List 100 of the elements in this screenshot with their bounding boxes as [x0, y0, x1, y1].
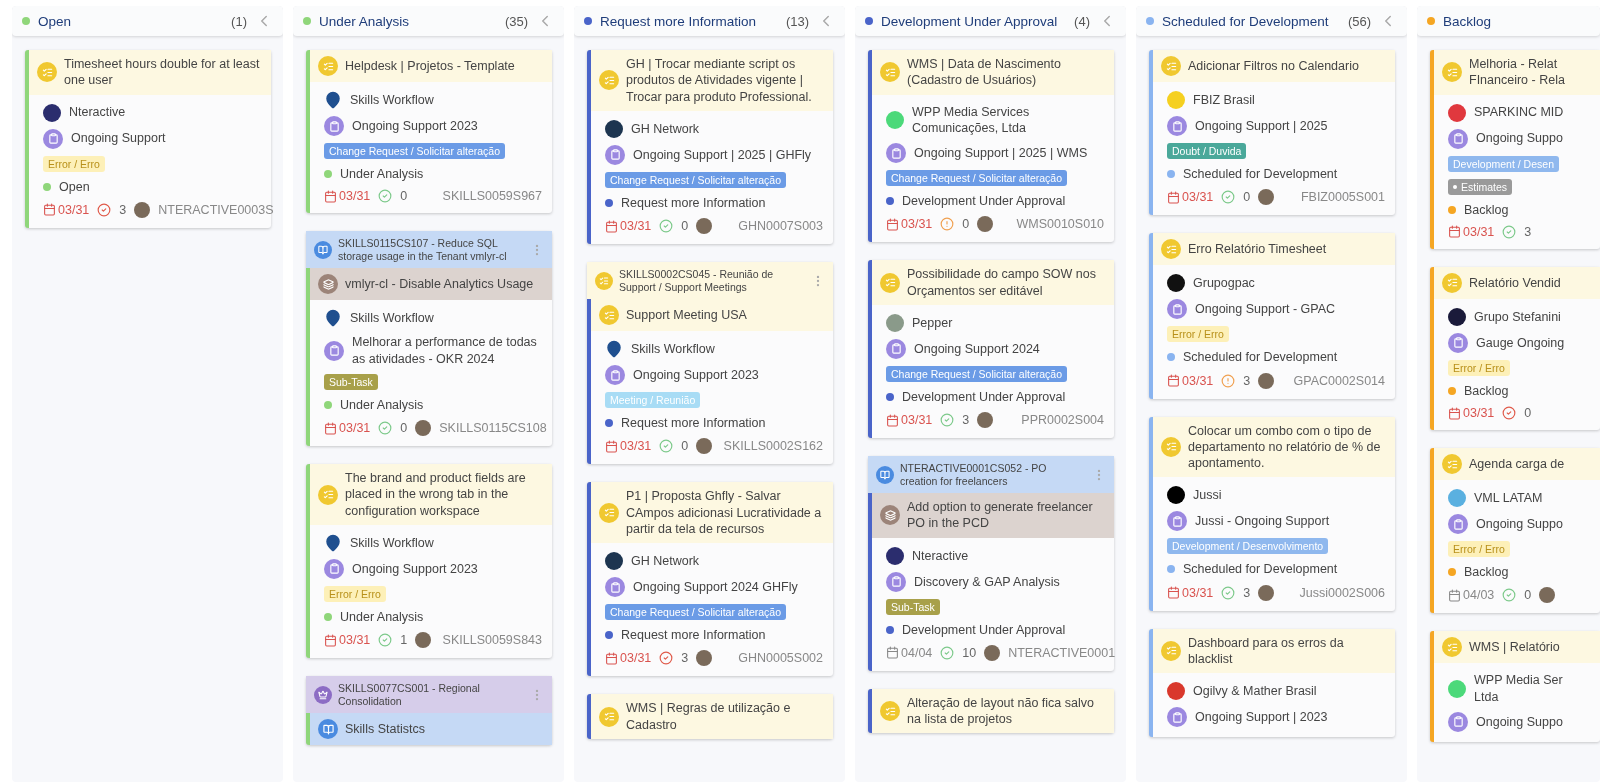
status-label: Scheduled for Development [1183, 349, 1338, 366]
calendar-icon [1448, 225, 1461, 239]
task-id: GHN0005S002 [738, 651, 823, 666]
category-tag: Change Request / Solicitar alteração [605, 171, 786, 188]
task-card[interactable]: WMS | Data de Nascimento (Cadastro de Usuários) WPP Media Services Comunicações, Ltda Ongoing Support | 2025 | WMS Change Request / Solicitar alteração Development Under Approval 03/31 0 WMS0010S010 [868, 50, 1114, 243]
calendar-icon [324, 633, 337, 647]
task-card[interactable]: Possibilidade do campo SOW nos Orçamentos ser editável Pepper Ongoing Support 2024 Change Request / Solicitar alteração Development Under Approval 03/31 3 PPR0002S004 [868, 260, 1114, 438]
list-icon [1161, 436, 1181, 457]
task-card[interactable]: Helpdesk | Projetos - Template Skills Workflow Ongoing Support 2023 Change Request / Solicitar alteração Under Analysis 03/31 0 SKILLS0059S967 [306, 50, 552, 214]
list-icon [880, 62, 900, 83]
due-date: 03/31 [1463, 406, 1495, 420]
status-label: Development Under Approval [902, 193, 1066, 210]
task-id: SKILLS0115CS108 [439, 421, 547, 436]
due-date: 03/31 [620, 219, 652, 233]
check-circle-icon [97, 202, 112, 217]
clipboard-icon [324, 340, 344, 361]
project-name: Ongoing Support [71, 130, 166, 147]
due-date: 03/31 [339, 421, 371, 436]
check-circle-icon [940, 413, 955, 427]
check-circle-icon [940, 645, 955, 660]
check-circle-icon [378, 421, 393, 436]
project-name: Jussi - Ongoing Support [1195, 513, 1330, 530]
status-label: Scheduled for Development [1183, 561, 1338, 578]
list-icon [1442, 637, 1462, 658]
list-icon [880, 701, 900, 722]
task-card[interactable]: Alteração de layout não fica salvo na lista de projetos [868, 688, 1114, 734]
list-icon [1442, 272, 1462, 293]
effort-count: 1 [400, 633, 408, 648]
task-card[interactable]: Dashboard para os erros da blacklist Ogilvy & Mather Brasil Ongoing Support | 2023 [1149, 628, 1395, 737]
client-name: Grupogpac [1193, 275, 1255, 292]
card-title: vmlyr-cl - Disable Analytics Usage [345, 276, 534, 293]
due-date: 03/31 [1182, 585, 1214, 600]
task-id: SKILLS0002S162 [723, 439, 823, 454]
list-icon [880, 272, 900, 293]
alert-circle-icon [1221, 373, 1236, 388]
task-id: Jussi0002S006 [1299, 585, 1385, 600]
task-card[interactable]: Agenda carga de VML LATAM Ongoing Suppo Error / Erro Backlog 04/03 0 [1430, 448, 1600, 614]
task-card[interactable]: Erro Relatório Timesheet Grupogpac Ongoing Support - GPAC Error / Erro Scheduled for Development 03/31 3 GPAC0002S014 [1149, 233, 1395, 399]
task-card[interactable]: Colocar um combo com o tipo de departamento no relatório de % de apontamento. Jussi Jussi - Ongoing Support Development / Desenvolvimento Scheduled for Development 03/31 3 Jussi0002S006 [1149, 416, 1395, 611]
effort-count: 3 [1243, 373, 1251, 388]
effort-count: 0 [400, 421, 408, 436]
crown-icon [314, 685, 332, 704]
check-circle-icon [659, 439, 674, 454]
clipboard-icon [1448, 332, 1468, 353]
category-tag: Change Request / Solicitar alteração [886, 365, 1067, 382]
book-icon [318, 719, 338, 740]
task-card[interactable]: NTERACTIVE0001CS052 - PO creation for freelancers Add option to generate freelancer PO in the PCD Nteractive Discovery & GAP Analysis Sub-Task Development Under Approval 04/04 10 NTERACTIVE0001 [868, 456, 1114, 671]
task-card[interactable]: WMS | Regras de utilização e Cadastro [587, 694, 833, 739]
list-icon [37, 62, 57, 83]
clipboard-icon [886, 143, 906, 163]
effort-count: 3 [1524, 224, 1532, 239]
column-title: Open [38, 13, 73, 29]
card-title: Add option to generate freelancer PO in the PCD [907, 499, 1094, 532]
effort-count: 3 [119, 202, 127, 217]
calendar-icon [1167, 586, 1180, 599]
task-card[interactable]: The brand and product fields are placed in the wrong tab in the configuration workspace Skills Workflow Ongoing Support 2023 Error / Erro Under Analysis 03/31 1 SKILLS0059S843 [306, 464, 552, 659]
card-title: Adicionar Filtros no Calendario [1188, 57, 1359, 75]
card-title: The brand and product fields are placed in the wrong tab in the configuration workspace [345, 470, 527, 519]
clipboard-icon [324, 558, 344, 579]
book-icon [314, 240, 332, 259]
column-count: (13) [785, 13, 809, 29]
calendar-icon [1167, 190, 1180, 204]
effort-count: 0 [681, 439, 689, 454]
client-name: FBIZ Brasil [1193, 91, 1255, 109]
status-label: Development Under Approval [902, 621, 1066, 638]
task-card[interactable]: Relatório Vendid Grupo Stefanini Gauge Ongoing Error / Erro Backlog 03/31 0 [1430, 266, 1600, 430]
task-id: NTERACTIVE0001 [1008, 645, 1116, 660]
task-id: SKILLS0059S967 [442, 189, 542, 204]
project-name: Ongoing Support 2023 [352, 117, 478, 135]
list-icon [1161, 239, 1181, 260]
status-label: Request more Information [621, 415, 766, 432]
task-card[interactable]: WMS | Relatório WPP Media Ser Ltda Ongoing Suppo [1430, 631, 1600, 742]
list-icon [1161, 56, 1181, 76]
task-card[interactable]: Timesheet hours double for at least one user Nteractive Ongoing Support Error / Erro Open 03/31 3 NTERACTIVE0003S [25, 50, 271, 228]
client-name: GH Network [631, 120, 700, 137]
task-card[interactable] [587, 50, 833, 244]
task-card[interactable]: Melhoria - Relat FInanceiro - Rela SPARKINC MID Ongoing Suppo Development / Desen Estimates Backlog 03/31 3 [1430, 50, 1600, 249]
clipboard-icon [1167, 299, 1187, 320]
category-tag: Development / Desenvolvimento [1167, 538, 1329, 555]
effort-count: 10 [962, 645, 977, 660]
task-card[interactable] [587, 482, 833, 677]
category-tag: Change Request / Solicitar alteração [605, 604, 786, 621]
status-label: Request more Information [621, 194, 766, 211]
project-name: Ongoing Support | 2023 [1195, 708, 1328, 726]
task-card[interactable]: SKILLS0002CS045 - Reunião de Support / Support Meetings Support Meeting USA Skills Workflow Ongoing Support 2023 Meeting / Reunião Request more Information 03/31 0 SKILLS0002S162 [587, 262, 833, 465]
parent-task-title: SKILLS0077CS001 - Regional Consolidation [338, 682, 481, 708]
status-label: Request more Information [621, 627, 766, 644]
card-title: GH | Trocar mediante script os produtos de Atividades vigente | Trocar para produto Professional. [626, 56, 813, 105]
task-card[interactable]: Adicionar Filtros no Calendario FBIZ Brasil Ongoing Support | 2025 Doubt / Duvida Scheduled for Development 03/31 0 FBIZ0005S001 [1149, 50, 1395, 216]
effort-count: 0 [681, 219, 689, 233]
task-card[interactable]: SKILLS0077CS001 - Regional Consolidation Skills Statistcs [306, 676, 552, 746]
check-circle-icon [1502, 588, 1517, 603]
clipboard-icon [324, 116, 344, 136]
due-date: 03/31 [58, 202, 90, 217]
task-card[interactable] [306, 231, 552, 447]
client-name: Pepper [912, 314, 953, 331]
check-circle-icon [1502, 406, 1517, 420]
status-label: Under Analysis [340, 608, 424, 626]
card-title: Colocar um combo com o tipo de departamento no relatório de % de apontamento. [1188, 422, 1382, 472]
project-name: Gauge Ongoing [1476, 334, 1565, 351]
